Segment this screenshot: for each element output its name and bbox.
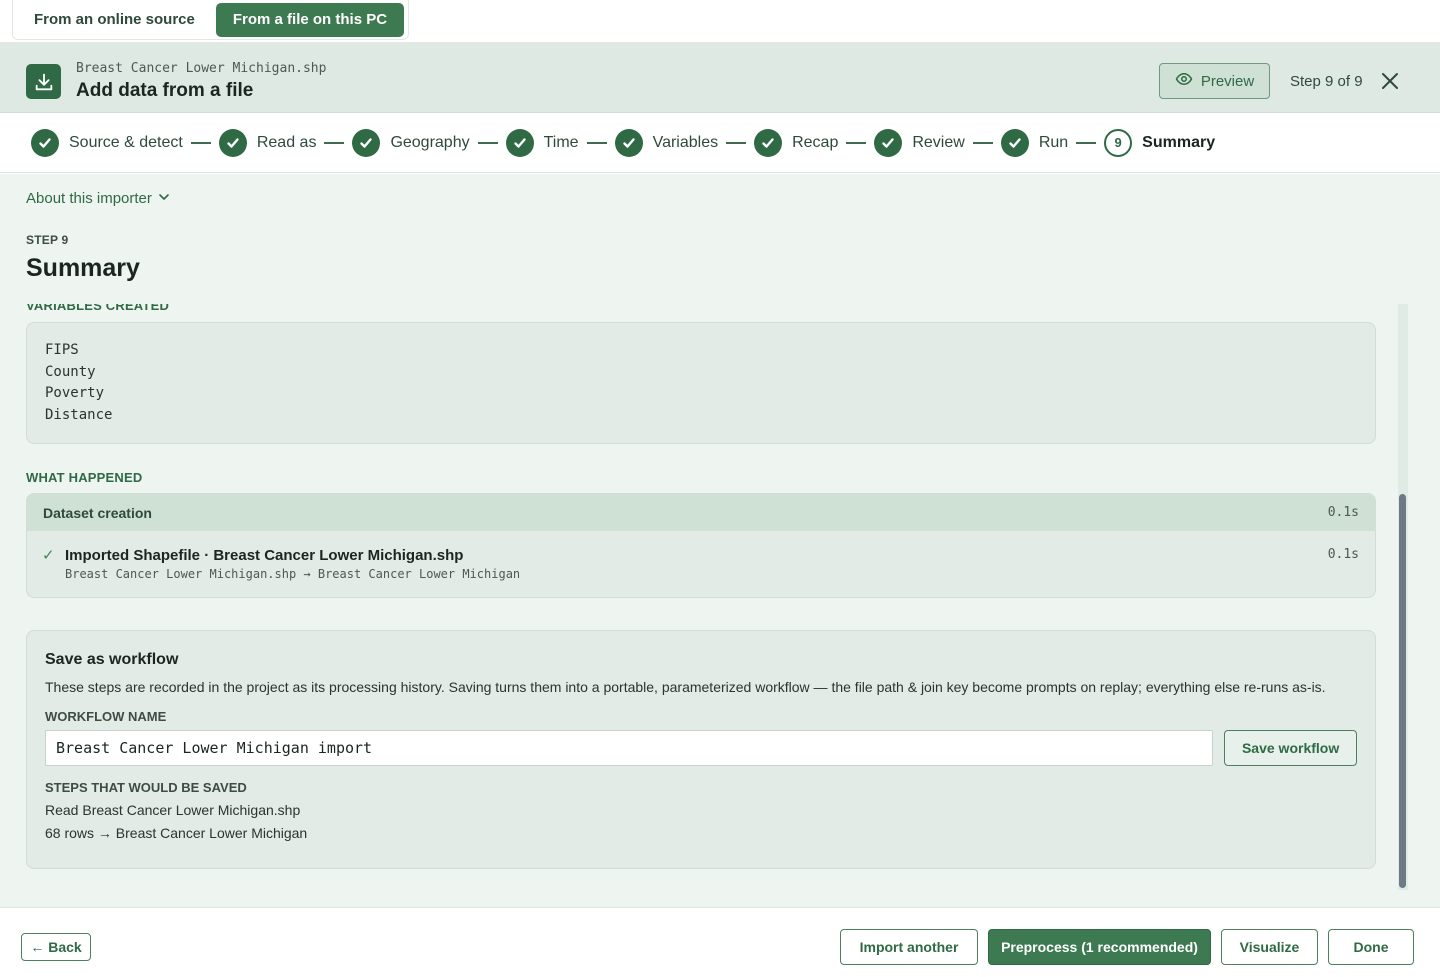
happened-row-subtitle: Breast Cancer Lower Michigan.shp → Breas… <box>65 567 521 581</box>
step-label: Source & detect <box>69 133 183 151</box>
step-connector <box>972 141 993 144</box>
happened-group-header: Dataset creation 0.1s <box>27 494 1375 531</box>
steps-saved-label: STEPS THAT WOULD BE SAVED <box>45 780 247 795</box>
step-connector <box>726 141 747 144</box>
step-geography[interactable]: Geography <box>352 128 470 157</box>
step-summary[interactable]: 9 Summary <box>1104 128 1216 157</box>
about-importer-toggle[interactable]: About this importer <box>26 190 170 207</box>
step-label: Review <box>912 133 965 151</box>
check-icon <box>31 128 59 157</box>
happened-group-time: 0.1s <box>1327 505 1359 520</box>
list-item: Read Breast Cancer Lower Michigan.shp <box>45 802 301 818</box>
step-connector <box>324 141 345 144</box>
source-tabs: From an online source From a file on thi… <box>12 0 410 40</box>
dialog-header: Breast Cancer Lower Michigan.shp Add dat… <box>0 43 1440 113</box>
check-icon <box>505 128 534 157</box>
step-label: Run <box>1038 133 1069 151</box>
step-label: Recap <box>792 133 839 151</box>
step-source-detect[interactable]: Source & detect <box>31 128 183 157</box>
step-connector <box>1076 141 1097 144</box>
variables-list: FIPS County Poverty Distance <box>26 322 1376 444</box>
check-icon <box>614 128 643 157</box>
step-label: Summary <box>1142 133 1216 151</box>
happened-row: ✓ Imported Shapefile · Breast Cancer Low… <box>27 531 1375 581</box>
eye-icon <box>1175 70 1193 92</box>
tab-online-source[interactable]: From an online source <box>17 3 212 37</box>
tab-file-on-pc[interactable]: From a file on this PC <box>215 2 405 37</box>
check-icon <box>218 128 247 157</box>
step-label: Geography <box>390 133 470 151</box>
preview-label: Preview <box>1200 72 1255 90</box>
happened-group-title: Dataset creation <box>43 504 152 521</box>
check-icon <box>754 128 783 157</box>
check-icon: ✓ <box>42 547 55 564</box>
step-time[interactable]: Time <box>505 128 579 157</box>
back-button[interactable]: ← Back <box>21 933 91 961</box>
step-label: Read as <box>256 133 317 151</box>
step-number: 9 <box>1104 128 1133 157</box>
visualize-button[interactable]: Visualize <box>1221 929 1318 965</box>
list-item: 68 rows → Breast Cancer Lower Michigan <box>45 825 308 841</box>
dialog-footer: ← Back Import another Preprocess (1 reco… <box>0 907 1440 977</box>
check-icon <box>874 128 903 157</box>
preprocess-button[interactable]: Preprocess (1 recommended) <box>988 929 1211 965</box>
step-connector <box>477 141 498 144</box>
happened-row-title: Imported Shapefile · Breast Cancer Lower… <box>65 547 464 564</box>
variables-created-label: VARIABLES CREATED <box>26 304 170 313</box>
variable-item: Distance <box>45 406 113 423</box>
summary-scroll-area[interactable]: VARIABLES CREATED FIPS County Poverty Di… <box>0 304 1400 890</box>
variable-item: FIPS <box>45 342 79 358</box>
workflow-title: Save as workflow <box>45 651 179 668</box>
workflow-name-row: Save workflow <box>45 730 1357 766</box>
check-icon <box>352 128 381 157</box>
workflow-name-label: WORKFLOW NAME <box>45 709 167 724</box>
stepper: Source & detect Read as Geography Time V… <box>0 113 1440 173</box>
step-connector <box>190 141 211 144</box>
variable-item: County <box>45 363 96 380</box>
step-label: Variables <box>652 133 719 151</box>
happened-row-time: 0.1s <box>1327 547 1359 562</box>
step-connector <box>846 141 867 144</box>
import-another-button[interactable]: Import another <box>840 929 978 965</box>
download-icon <box>26 64 61 99</box>
save-workflow-button[interactable]: Save workflow <box>1224 730 1357 766</box>
file-name: Breast Cancer Lower Michigan.shp <box>76 61 327 76</box>
what-happened-label: WHAT HAPPENED <box>26 470 143 485</box>
workflow-description: These steps are recorded in the project … <box>45 679 1326 695</box>
close-icon[interactable] <box>1380 71 1400 91</box>
step-label: Time <box>543 133 579 151</box>
step-review[interactable]: Review <box>874 128 965 157</box>
workflow-name-input[interactable] <box>45 730 1214 766</box>
save-workflow-panel: Save as workflow These steps are recorde… <box>26 630 1376 869</box>
page-title: Summary <box>26 254 140 282</box>
about-label: About this importer <box>26 190 152 207</box>
step-count: Step 9 of 9 <box>1290 73 1363 90</box>
dialog-title: Add data from a file <box>76 80 254 101</box>
step-connector <box>586 141 607 144</box>
chevron-down-icon <box>158 190 170 207</box>
done-button[interactable]: Done <box>1328 929 1414 965</box>
steps-saved-list: Read Breast Cancer Lower Michigan.shp 68… <box>45 799 1357 845</box>
main-content: About this importer STEP 9 Summary VARIA… <box>0 174 1440 907</box>
what-happened-panel: Dataset creation 0.1s ✓ Imported Shapefi… <box>26 493 1376 598</box>
step-kicker: STEP 9 <box>26 233 69 247</box>
variable-item: Poverty <box>45 385 105 401</box>
check-icon <box>1000 128 1029 157</box>
step-recap[interactable]: Recap <box>754 128 839 157</box>
step-run[interactable]: Run <box>1000 128 1069 157</box>
scrollbar-thumb[interactable] <box>1399 494 1406 888</box>
preview-button[interactable]: Preview <box>1159 63 1270 99</box>
step-read-as[interactable]: Read as <box>218 128 317 157</box>
step-variables[interactable]: Variables <box>614 128 719 157</box>
